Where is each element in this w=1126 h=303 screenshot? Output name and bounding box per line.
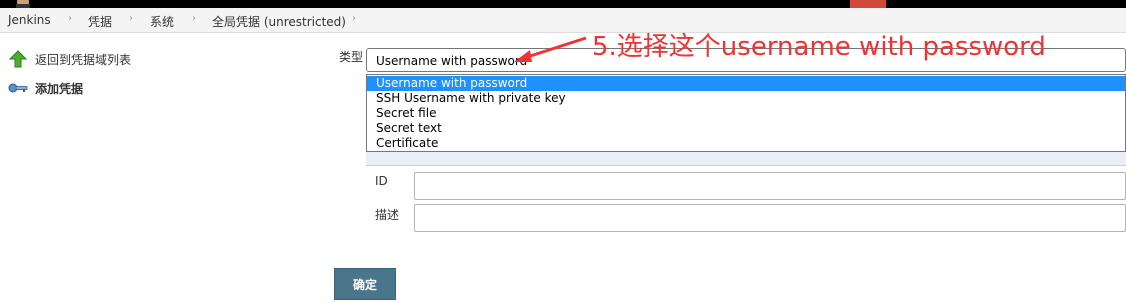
sidebar-item-back-to-domains[interactable]: 返回到凭据域列表	[8, 50, 131, 68]
jenkins-logo-icon[interactable]	[10, 0, 36, 8]
sidebar-item-label: 返回到凭据域列表	[35, 52, 132, 67]
breadcrumb-item-jenkins[interactable]: Jenkins	[8, 13, 51, 27]
sidebar-item-add-credentials[interactable]: 添加凭据	[8, 79, 83, 97]
breadcrumb-separator: ›	[129, 13, 133, 24]
annotation-text: 5.选择这个username with password	[592, 32, 1046, 62]
breadcrumb-separator: ›	[68, 13, 72, 24]
id-input[interactable]	[414, 172, 1126, 200]
option-secret-text[interactable]: Secret text	[367, 121, 1125, 136]
description-label: 描述	[375, 208, 400, 222]
header-accent	[850, 0, 886, 8]
breadcrumb-item-global-credentials[interactable]: 全局凭据 (unrestricted)	[212, 13, 346, 30]
scope-field[interactable]	[366, 152, 1126, 166]
key-icon	[8, 83, 28, 93]
type-label: 类型	[339, 50, 364, 64]
breadcrumb-item-system[interactable]: 系统	[150, 13, 174, 30]
description-input[interactable]	[414, 204, 1126, 232]
annotation-arrow-icon	[514, 36, 587, 62]
header-bar	[0, 0, 1126, 8]
option-ssh-private-key[interactable]: SSH Username with private key	[367, 91, 1125, 106]
breadcrumb-item-credentials[interactable]: 凭据	[88, 13, 112, 30]
breadcrumb-separator: ›	[352, 13, 356, 24]
option-certificate[interactable]: Certificate	[367, 136, 1125, 151]
option-username-password[interactable]: Username with password	[367, 76, 1125, 91]
option-secret-file[interactable]: Secret file	[367, 106, 1125, 121]
credential-type-dropdown: Username with password SSH Username with…	[366, 74, 1126, 152]
up-arrow-icon	[8, 50, 28, 68]
breadcrumb-separator: ›	[192, 13, 196, 24]
sidebar-item-label: 添加凭据	[35, 81, 84, 96]
id-label: ID	[375, 174, 388, 188]
submit-button[interactable]: 确定	[334, 268, 396, 300]
